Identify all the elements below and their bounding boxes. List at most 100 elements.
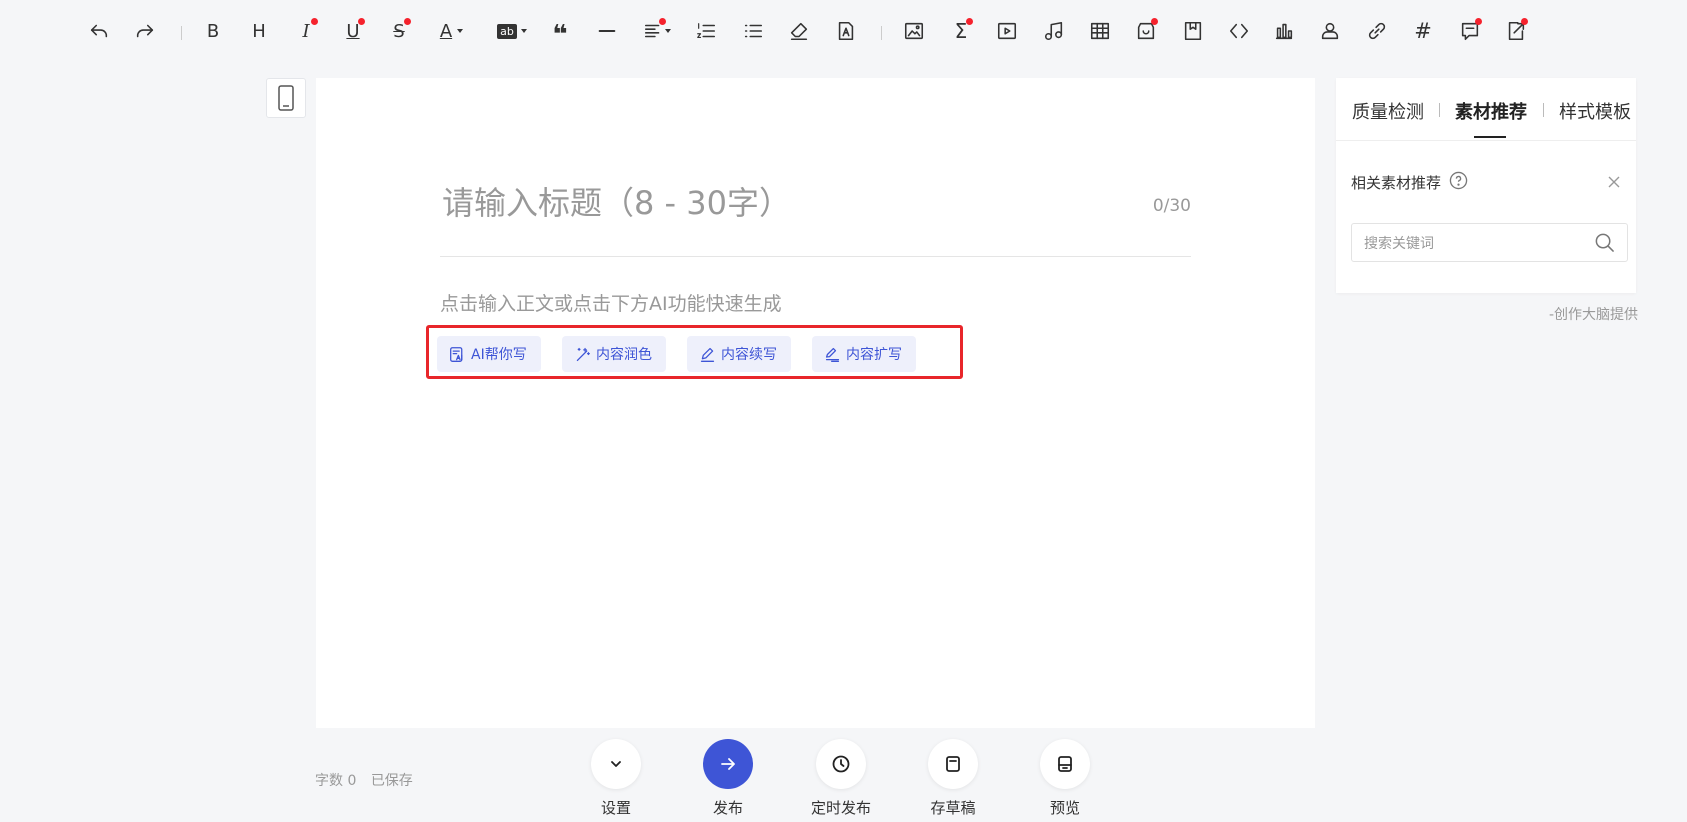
strikethrough-button[interactable]: S bbox=[381, 13, 417, 49]
underline-button[interactable]: U bbox=[335, 13, 371, 49]
chevron-down-icon bbox=[611, 761, 621, 767]
new-badge-dot bbox=[1151, 18, 1158, 25]
save-status: 已保存 bbox=[370, 773, 413, 789]
save-draft-button[interactable]: 存草稿 bbox=[913, 739, 993, 818]
new-badge-dot bbox=[1521, 18, 1528, 25]
ai-write-icon bbox=[450, 346, 463, 362]
undo-button[interactable] bbox=[81, 13, 117, 49]
toolbar-divider bbox=[881, 26, 882, 40]
new-badge-dot bbox=[404, 18, 411, 25]
continue-write-button[interactable]: 内容续写 bbox=[687, 336, 791, 372]
highlight-button[interactable]: ab bbox=[489, 13, 527, 49]
comment-button[interactable] bbox=[1452, 13, 1488, 49]
tab-divider bbox=[1439, 103, 1440, 117]
schedule-publish-button[interactable]: 定时发布 bbox=[801, 739, 881, 818]
format-painter-button[interactable] bbox=[828, 13, 864, 49]
person-button[interactable] bbox=[1312, 13, 1348, 49]
italic-button[interactable]: I bbox=[288, 13, 324, 49]
new-badge-dot bbox=[966, 18, 973, 25]
export-button[interactable] bbox=[1498, 13, 1534, 49]
save-draft-label: 存草稿 bbox=[930, 799, 976, 817]
font-color-button[interactable]: A bbox=[428, 13, 464, 49]
ai-actions-highlight: AI帮你写 内容润色 内容续写 内容扩写 bbox=[426, 325, 963, 379]
magic-wand-icon bbox=[576, 347, 590, 361]
chart-button[interactable] bbox=[1266, 13, 1302, 49]
bookmark-button[interactable] bbox=[1175, 13, 1211, 49]
settings-button[interactable]: 设置 bbox=[576, 739, 656, 818]
tab-style-template[interactable]: 样式模板 bbox=[1559, 98, 1631, 124]
publish-button[interactable]: 发布 bbox=[688, 739, 768, 818]
related-material-label: 相关素材推荐 bbox=[1351, 174, 1442, 192]
tab-material-recommend[interactable]: 素材推荐 bbox=[1455, 98, 1527, 124]
tab-divider bbox=[1543, 103, 1544, 117]
image-button[interactable] bbox=[896, 13, 932, 49]
hashtag-icon: # bbox=[1414, 19, 1432, 43]
bold-icon: B bbox=[206, 20, 220, 42]
schedule-circle bbox=[816, 739, 866, 789]
video-button[interactable] bbox=[989, 13, 1025, 49]
expand-write-button[interactable]: 内容扩写 bbox=[812, 336, 916, 372]
link-icon bbox=[1368, 22, 1386, 40]
hashtag-button[interactable]: # bbox=[1405, 13, 1441, 49]
preview-circle bbox=[1040, 739, 1090, 789]
close-icon[interactable] bbox=[1606, 174, 1622, 190]
person-icon bbox=[1321, 22, 1339, 40]
shop-button[interactable] bbox=[1128, 13, 1164, 49]
redo-icon bbox=[136, 24, 154, 38]
word-count: 字数 0 bbox=[315, 773, 357, 789]
title-input[interactable] bbox=[440, 182, 1104, 224]
divider-icon bbox=[598, 29, 616, 33]
code-icon bbox=[1229, 23, 1249, 39]
formula-button[interactable]: Σ bbox=[943, 13, 979, 49]
panel-divider bbox=[1336, 140, 1636, 141]
quote-icon: ❝ bbox=[552, 20, 568, 50]
new-badge-dot bbox=[311, 18, 318, 25]
schedule-publish-label: 定时发布 bbox=[810, 799, 871, 817]
settings-label: 设置 bbox=[600, 799, 631, 817]
search-icon[interactable] bbox=[1594, 232, 1615, 253]
help-icon[interactable] bbox=[1449, 171, 1468, 190]
bold-button[interactable]: B bbox=[195, 13, 231, 49]
table-button[interactable] bbox=[1082, 13, 1118, 49]
arrow-right-icon bbox=[721, 758, 735, 770]
ordered-list-button[interactable] bbox=[688, 13, 724, 49]
code-button[interactable] bbox=[1221, 13, 1257, 49]
title-char-count: 0/30 bbox=[1152, 196, 1191, 216]
chart-icon bbox=[1275, 23, 1293, 40]
provider-credit: -创作大脑提供 bbox=[1549, 307, 1639, 323]
search-input[interactable] bbox=[1362, 224, 1586, 263]
redo-button[interactable] bbox=[127, 13, 163, 49]
divider-button[interactable] bbox=[589, 13, 625, 49]
undo-icon bbox=[90, 24, 108, 38]
toolbar-divider bbox=[181, 26, 182, 40]
ai-write-button[interactable]: AI帮你写 bbox=[437, 336, 541, 372]
link-button[interactable] bbox=[1359, 13, 1395, 49]
heading-icon: H bbox=[252, 20, 266, 42]
align-button[interactable] bbox=[636, 13, 672, 49]
underline-icon: U bbox=[346, 20, 360, 42]
document-stats: 字数 0 已保存 bbox=[315, 770, 423, 790]
music-button[interactable] bbox=[1036, 13, 1072, 49]
strikethrough-icon: S bbox=[393, 20, 405, 42]
body-input[interactable]: 点击输入正文或点击下方AI功能快速生成 bbox=[440, 289, 782, 316]
highlight-icon: ab bbox=[497, 23, 517, 39]
bookmark-icon bbox=[1184, 21, 1202, 41]
mobile-preview-button[interactable] bbox=[266, 78, 306, 118]
new-badge-dot bbox=[1475, 18, 1482, 25]
expand-write-label: 内容扩写 bbox=[846, 347, 902, 363]
phone-icon bbox=[278, 85, 294, 111]
clock-icon bbox=[832, 755, 850, 773]
side-panel: 质量检测 素材推荐 样式模板 相关素材推荐 bbox=[1336, 78, 1636, 293]
image-icon bbox=[904, 22, 924, 40]
polish-button[interactable]: 内容润色 bbox=[562, 336, 666, 372]
preview-label: 预览 bbox=[1049, 799, 1080, 817]
unordered-list-button[interactable] bbox=[735, 13, 771, 49]
quote-button[interactable]: ❝ bbox=[542, 13, 578, 50]
heading-button[interactable]: H bbox=[241, 13, 277, 49]
editor-toolbar: B H I U S A ab ❝ Σ # bbox=[0, 0, 1687, 62]
eraser-button[interactable] bbox=[781, 13, 817, 49]
publish-circle bbox=[703, 739, 753, 789]
ai-write-label: AI帮你写 bbox=[471, 347, 527, 363]
preview-button[interactable]: 预览 bbox=[1025, 739, 1105, 818]
tab-quality-check[interactable]: 质量检测 bbox=[1352, 98, 1424, 124]
